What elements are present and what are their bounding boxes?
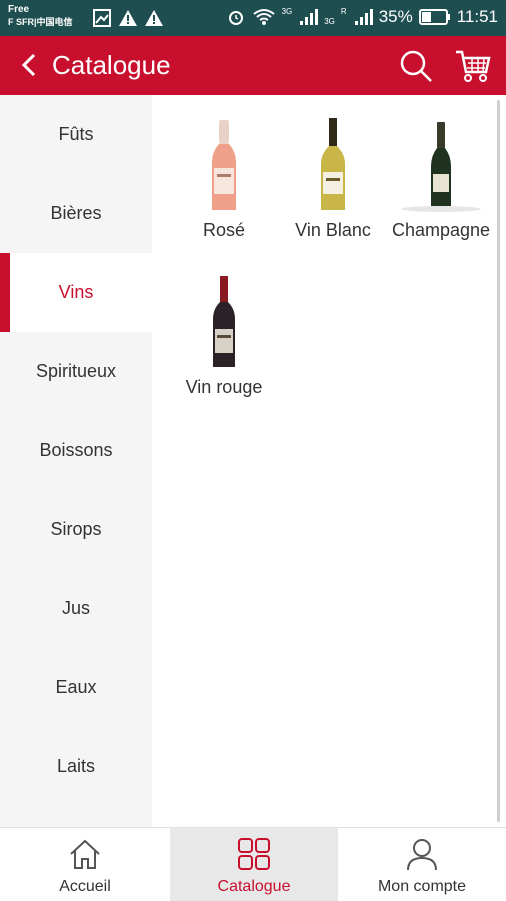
rose-bottle-image [176, 116, 272, 212]
category-vins[interactable]: Vins [0, 253, 152, 332]
clock: 11:51 [456, 7, 498, 26]
category-futs[interactable]: Fûts [0, 95, 152, 174]
champagne-bottle-image [393, 116, 489, 212]
category-label: Boissons [39, 440, 113, 460]
carrier-label: Free F SFR|中国电信 [8, 3, 73, 29]
category-jus[interactable]: Jus [0, 569, 152, 648]
product-name: Rosé [202, 220, 246, 240]
signal-icon [354, 9, 373, 25]
chevron-left-icon[interactable] [14, 50, 44, 80]
network-3g-label: 3G [281, 6, 293, 16]
network-3g-label-2: 3G [324, 16, 335, 26]
search-icon[interactable] [398, 48, 434, 84]
battery-icon [418, 9, 450, 25]
category-sidebar: Fûts Bières Vins Spiritueux Boissons Sir… [0, 95, 152, 827]
product-vin-blanc[interactable]: Vin Blanc [279, 116, 387, 240]
user-icon [407, 839, 437, 871]
alarm-icon [228, 11, 243, 25]
product-vin-rouge[interactable]: Vin rouge [170, 273, 278, 397]
scrollbar[interactable] [497, 100, 500, 822]
warning-icon [119, 10, 137, 26]
app-header: Catalogue [0, 36, 506, 95]
notification-icons [92, 8, 164, 28]
home-icon [70, 839, 100, 869]
gallery-icon [93, 9, 111, 27]
system-icons: 3G 3G R 35% 11:51 [226, 7, 498, 27]
battery-percent: 35% [378, 7, 413, 26]
category-bieres[interactable]: Bières [0, 174, 152, 253]
grid-icon [238, 838, 270, 870]
category-spiritueux[interactable]: Spiritueux [0, 332, 152, 411]
nav-label: Mon compte [377, 878, 467, 895]
category-label: Spiritueux [35, 361, 117, 381]
product-champagne[interactable]: Champagne [387, 116, 495, 240]
category-label: Fûts [58, 124, 94, 144]
white-wine-bottle-image [285, 116, 381, 212]
category-label: Jus [61, 598, 90, 618]
category-label: Sirops [50, 519, 102, 539]
warning-icon [145, 10, 163, 26]
category-label: Bières [50, 203, 102, 223]
signal-icon [300, 9, 319, 25]
red-wine-bottle-image [176, 273, 272, 369]
nav-catalogue[interactable]: Catalogue [170, 828, 338, 901]
category-eaux[interactable]: Eaux [0, 648, 152, 727]
nav-accueil[interactable]: Accueil [0, 828, 170, 901]
page-title: Catalogue [52, 50, 171, 80]
status-bar: Free F SFR|中国电信 3G 3G R 35% 11:51 [0, 0, 506, 36]
category-sirops[interactable]: Sirops [0, 490, 152, 569]
product-name: Vin Blanc [295, 220, 371, 240]
product-name: Champagne [391, 220, 491, 240]
bottom-nav: Accueil Catalogue Mon compte [0, 827, 506, 901]
category-label: Eaux [55, 677, 97, 697]
carrier-line-1: Free [8, 4, 30, 15]
roaming-label: R [340, 6, 347, 16]
nav-label: Catalogue [217, 878, 291, 895]
wifi-icon [252, 9, 275, 25]
category-boissons[interactable]: Boissons [0, 411, 152, 490]
product-name: Vin rouge [185, 377, 263, 397]
category-label: Laits [56, 756, 96, 776]
category-laits[interactable]: Laits [0, 727, 152, 806]
carrier-line-2: F SFR|中国电信 [8, 17, 73, 27]
nav-mon-compte[interactable]: Mon compte [338, 828, 506, 901]
category-label: Vins [58, 282, 94, 302]
product-rose[interactable]: Rosé [170, 116, 278, 240]
cart-icon[interactable] [454, 48, 492, 84]
nav-label: Accueil [59, 878, 111, 895]
